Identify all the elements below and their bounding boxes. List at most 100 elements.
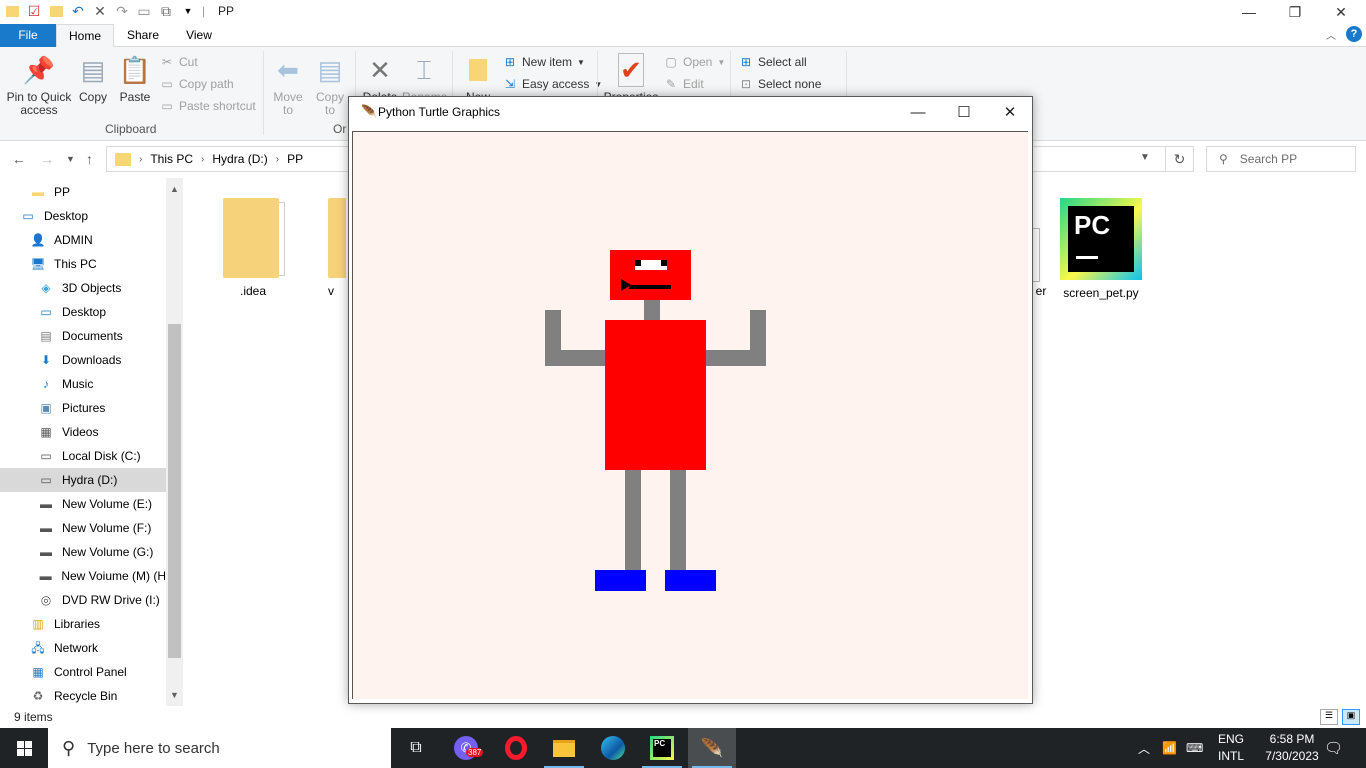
rename-icon[interactable]: ▭ xyxy=(136,3,152,19)
open-button[interactable]: ▢ Open ▼ xyxy=(664,55,725,69)
sidebar-item[interactable]: ▭ Desktop xyxy=(0,204,166,228)
undo-icon[interactable]: ↶ xyxy=(70,3,86,19)
turtle-canvas[interactable] xyxy=(352,131,1028,699)
sidebar-item-label: ADMIN xyxy=(54,233,93,247)
copy-to-button[interactable]: ▤ Copy to xyxy=(312,53,348,117)
file-item[interactable]: .idea xyxy=(208,198,298,298)
turtle-close-button[interactable]: ✕ xyxy=(987,97,1033,127)
sidebar-item[interactable]: ▬ New Volume (F:) xyxy=(0,516,166,540)
python-turtle-app-button[interactable]: 🪶 xyxy=(688,728,736,768)
scroll-down-icon[interactable]: ▼ xyxy=(166,690,183,700)
select-all-button[interactable]: ⊞ Select all xyxy=(739,55,807,69)
robot-body xyxy=(605,320,706,470)
sidebar-item[interactable]: ▬ New Voiume (M) (H xyxy=(0,564,166,588)
delete-icon[interactable]: ✕ xyxy=(92,3,108,19)
show-hidden-icons-button[interactable]: ︿ xyxy=(1138,728,1150,768)
paste-shortcut-button[interactable]: ▭ Paste shortcut xyxy=(160,99,255,113)
up-arrow-icon[interactable]: ↑ xyxy=(86,151,93,167)
sidebar-item[interactable]: ▣ Pictures xyxy=(0,396,166,420)
copy-button[interactable]: ▤ Copy xyxy=(76,53,110,104)
tab-home[interactable]: Home xyxy=(56,24,114,48)
edit-button[interactable]: ✎ Edit xyxy=(664,77,704,91)
back-arrow-icon[interactable]: ← xyxy=(12,151,26,167)
copy-path-button[interactable]: ▭ Copy path xyxy=(160,77,233,91)
help-icon[interactable]: ? xyxy=(1346,26,1362,42)
sidebar-item[interactable]: 🖥 This PC xyxy=(0,252,166,276)
drive-icon: ▬ xyxy=(39,569,52,583)
minimize-button[interactable]: — xyxy=(1226,0,1272,24)
turtle-minimize-button[interactable]: — xyxy=(895,97,941,127)
file-explorer-app-button[interactable] xyxy=(540,728,588,768)
robot-eye-right xyxy=(661,260,667,266)
sidebar-item[interactable]: ▦ Control Panel xyxy=(0,660,166,684)
file-item[interactable]: v xyxy=(316,198,346,298)
tab-share[interactable]: Share xyxy=(114,24,172,47)
sidebar-item[interactable]: ◈ 3D Objects xyxy=(0,276,166,300)
system-clock[interactable]: 6:58 PM 7/30/2023 xyxy=(1264,731,1320,765)
start-button[interactable] xyxy=(0,728,48,768)
tab-file[interactable]: File xyxy=(0,24,56,47)
sidebar-item[interactable]: ▭ Local Disk (C:) xyxy=(0,444,166,468)
easy-access-button[interactable]: ⇲ Easy access ▼ xyxy=(503,77,602,91)
network-status-button[interactable]: 📶 xyxy=(1162,728,1177,768)
restore-button[interactable]: ❐ xyxy=(1272,0,1318,24)
sidebar-item[interactable]: ▥ Libraries xyxy=(0,612,166,636)
move-to-button[interactable]: ⬅ Move to xyxy=(270,53,306,117)
copy-to-icon[interactable]: ⧉ xyxy=(158,3,174,19)
sidebar-item[interactable]: ▬ New Volume (G:) xyxy=(0,540,166,564)
select-all-label: Select all xyxy=(758,55,807,69)
details-view-button[interactable]: ☰ xyxy=(1320,709,1338,725)
chevron-down-icon[interactable]: ▼ xyxy=(1140,152,1150,163)
new-item-label: New item xyxy=(522,55,573,69)
select-none-button[interactable]: ⊡ Select none xyxy=(739,77,821,91)
task-view-button[interactable]: ⧉ xyxy=(392,728,440,768)
scroll-up-icon[interactable]: ▲ xyxy=(166,184,183,194)
taskbar-search-box[interactable]: ⚲ Type here to search xyxy=(48,728,391,768)
tab-view[interactable]: View xyxy=(172,24,226,47)
close-button[interactable]: ✕ xyxy=(1318,0,1364,24)
customize-toolbar-icon[interactable]: ▼ xyxy=(180,3,196,19)
new-item-button[interactable]: ⊞ New item ▼ xyxy=(503,55,585,69)
redo-icon[interactable]: ↷ xyxy=(114,3,130,19)
sidebar-item[interactable]: ♪ Music xyxy=(0,372,166,396)
sidebar-item[interactable]: ▭ Hydra (D:) xyxy=(0,468,166,492)
recent-locations-icon[interactable]: ▼ xyxy=(66,154,75,164)
input-language-indicator[interactable]: ENG INTL xyxy=(1218,731,1244,765)
forward-arrow-icon[interactable]: → xyxy=(40,151,54,167)
pin-to-quick-access-button[interactable]: 📌 Pin to Quick access xyxy=(6,53,72,117)
paste-label: Paste xyxy=(119,90,151,104)
cut-button[interactable]: ✂ Cut xyxy=(160,55,198,69)
edge-app-button[interactable] xyxy=(589,728,637,768)
sidebar-item[interactable]: 🖧 Network xyxy=(0,636,166,660)
touch-keyboard-button[interactable]: ⌨ xyxy=(1186,728,1203,768)
sidebar-item[interactable]: ◎ DVD RW Drive (I:) xyxy=(0,588,166,612)
properties-icon[interactable]: ☑ xyxy=(26,3,42,19)
sidebar-item[interactable]: ▬ PP xyxy=(0,180,166,204)
breadcrumb-pp[interactable]: PP xyxy=(287,152,303,166)
sidebar-item[interactable]: ♻ Recycle Bin xyxy=(0,684,166,706)
paste-button[interactable]: 📋 Paste xyxy=(118,53,152,104)
scroll-thumb[interactable] xyxy=(168,324,181,658)
sidebar-item[interactable]: 👤 ADMIN xyxy=(0,228,166,252)
pycharm-app-button[interactable]: PC xyxy=(638,728,686,768)
robot-right-arm-lower xyxy=(705,350,766,366)
refresh-button[interactable]: ↻ xyxy=(1166,146,1194,172)
collapse-ribbon-icon[interactable]: ︿ xyxy=(1326,27,1336,42)
turtle-maximize-button[interactable]: ☐ xyxy=(941,97,987,127)
breadcrumb-hydra[interactable]: Hydra (D:) xyxy=(212,152,267,166)
nav-scrollbar[interactable]: ▲ ▼ xyxy=(166,178,183,706)
sidebar-item[interactable]: ▤ Documents xyxy=(0,324,166,348)
search-input[interactable]: ⚲ Search PP xyxy=(1206,146,1356,172)
opera-app-button[interactable] xyxy=(492,728,540,768)
large-icons-view-button[interactable]: ▣ xyxy=(1342,709,1360,725)
sidebar-item[interactable]: ▭ Desktop xyxy=(0,300,166,324)
library-icon: ▥ xyxy=(32,617,44,631)
sidebar-item[interactable]: ⬇ Downloads xyxy=(0,348,166,372)
viber-app-button[interactable]: ✆ 387 xyxy=(442,728,490,768)
file-item[interactable]: PC screen_pet.py xyxy=(1056,198,1146,300)
action-center-button[interactable]: 🗨 xyxy=(1324,728,1343,768)
sidebar-item[interactable]: ▦ Videos xyxy=(0,420,166,444)
new-folder-icon[interactable] xyxy=(48,3,64,19)
sidebar-item[interactable]: ▬ New Volume (E:) xyxy=(0,492,166,516)
breadcrumb-this-pc[interactable]: This PC xyxy=(150,152,193,166)
